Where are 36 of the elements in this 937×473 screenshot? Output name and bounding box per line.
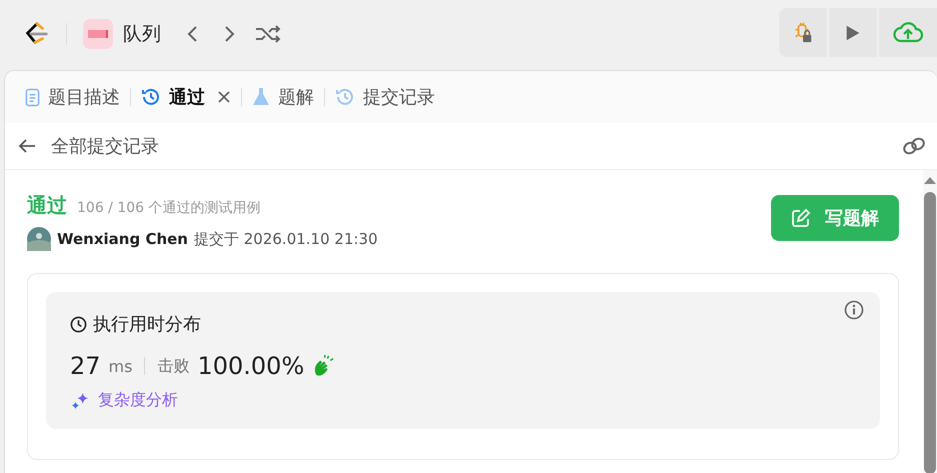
back-link[interactable]: 全部提交记录 xyxy=(17,134,159,158)
clapping-hands-icon xyxy=(312,355,334,377)
test-cases-text: 106 / 106 个通过的测试用例 xyxy=(77,199,261,217)
tab[interactable]: 提交记录 xyxy=(333,81,437,113)
link-icon[interactable] xyxy=(901,136,927,156)
edit-icon xyxy=(791,208,811,228)
clock-icon xyxy=(70,316,87,332)
history-icon xyxy=(335,87,355,107)
avatar[interactable] xyxy=(27,227,51,251)
scroll-up-icon[interactable] xyxy=(924,176,936,184)
beats-label: 击败 xyxy=(157,356,190,376)
tab[interactable]: 通过 xyxy=(139,81,233,113)
status-text: 通过 xyxy=(27,192,67,219)
document-icon xyxy=(25,88,40,106)
runtime-unit: ms xyxy=(108,356,132,376)
beats-value: 100.00% xyxy=(197,352,304,380)
back-arrow-icon xyxy=(17,138,37,154)
scrollbar-thumb[interactable] xyxy=(924,192,936,473)
flask-icon xyxy=(252,87,270,107)
run-button[interactable] xyxy=(829,8,877,57)
history-icon xyxy=(141,87,161,107)
cloud-upload-icon xyxy=(892,20,924,44)
shuffle-icon[interactable] xyxy=(255,24,281,44)
runtime-value: 27 xyxy=(70,352,101,380)
problem-title: 队列 xyxy=(123,22,161,47)
debug-button[interactable] xyxy=(779,8,827,57)
author-name[interactable]: Wenxiang Chen xyxy=(57,230,188,248)
complexity-analysis-link[interactable]: 复杂度分析 xyxy=(70,390,178,411)
tab[interactable]: 题目描述 xyxy=(23,81,122,113)
runtime-title: 执行用时分布 xyxy=(93,313,201,336)
close-icon[interactable] xyxy=(217,90,231,104)
tab[interactable]: 题解 xyxy=(250,81,316,113)
sparkle-icon xyxy=(70,392,90,410)
queue-icon xyxy=(83,19,113,49)
submit-time: 提交于 2026.01.10 21:30 xyxy=(194,230,378,248)
info-icon[interactable] xyxy=(844,300,864,320)
